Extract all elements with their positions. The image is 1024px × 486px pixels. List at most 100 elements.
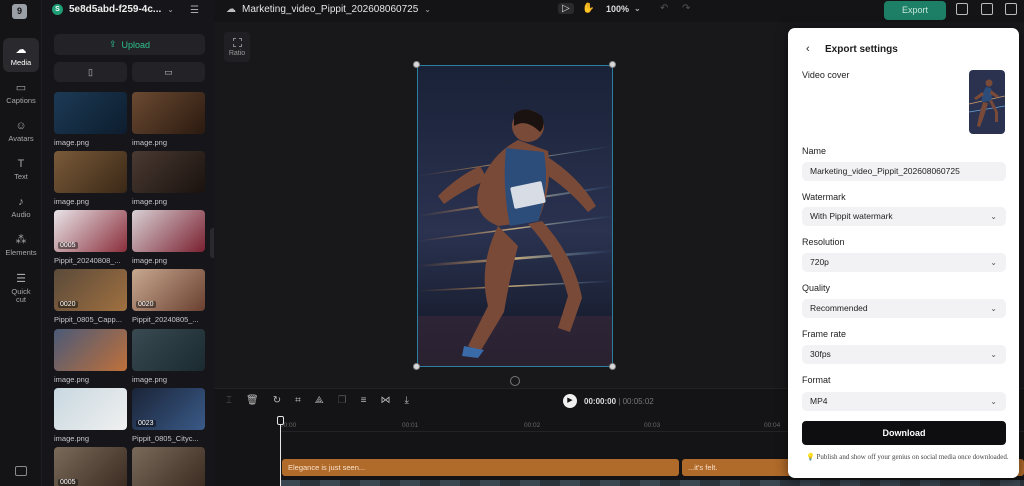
- ruler-tick: 00:01: [402, 422, 419, 429]
- format-select[interactable]: MP4 ⌄: [802, 392, 1006, 411]
- flip-icon[interactable]: ⟁: [315, 395, 324, 406]
- text-clip[interactable]: Elegance is just seen...: [282, 459, 679, 476]
- rail-item-captions[interactable]: ▭ Captions: [3, 76, 39, 110]
- download-icon[interactable]: ⤓: [404, 395, 408, 406]
- keyboard-icon[interactable]: [15, 466, 27, 476]
- rail-item-text[interactable]: T Text: [3, 152, 39, 186]
- hand-icon[interactable]: ✋: [582, 3, 594, 14]
- rail-item-label: Text: [14, 171, 28, 181]
- media-duration: 0005: [58, 479, 78, 486]
- frame-rate-value: 30fps: [810, 349, 831, 359]
- upload-button[interactable]: ⇪ Upload: [54, 34, 205, 55]
- ratio-button[interactable]: Ratio: [224, 32, 250, 62]
- resolution-select[interactable]: 720p ⌄: [802, 253, 1006, 272]
- media-thumbnail[interactable]: 0005: [54, 210, 127, 252]
- download-button[interactable]: Download: [802, 421, 1006, 445]
- undo-icon[interactable]: ↶: [660, 3, 668, 14]
- chevron-down-icon: ⌄: [990, 258, 997, 267]
- export-button[interactable]: Export: [884, 1, 946, 20]
- frame-rate-select[interactable]: 30fps ⌄: [802, 345, 1006, 364]
- left-rail: 9 ☁ Media ▭ Captions ☺ Avatars T Text ♪ …: [0, 0, 42, 486]
- tab-phone[interactable]: ▯: [54, 62, 127, 82]
- media-label: image.png: [132, 197, 168, 206]
- layers-icon[interactable]: [956, 3, 968, 15]
- quality-select[interactable]: Recommended ⌄: [802, 299, 1006, 318]
- play-button[interactable]: ▶: [563, 394, 577, 408]
- watermark-label: Watermark: [802, 192, 846, 202]
- avatar-icon: ☺: [15, 119, 27, 132]
- media-thumbnail[interactable]: [132, 151, 205, 193]
- ruler-tick: 00:03: [644, 422, 661, 429]
- ruler-tick: 00:02: [524, 422, 541, 429]
- upload-icon: ⇪: [108, 39, 117, 49]
- ratio-icon: [232, 37, 242, 47]
- split-icon[interactable]: ⌶: [226, 395, 232, 406]
- video-cover-thumbnail[interactable]: [969, 70, 1005, 134]
- media-thumbnail[interactable]: 0020: [54, 269, 127, 311]
- rail-item-media[interactable]: ☁ Media: [3, 38, 39, 72]
- media-thumbnail[interactable]: [54, 388, 127, 430]
- tab-desktop[interactable]: ▭: [132, 62, 205, 82]
- replace-icon[interactable]: ↻: [273, 395, 281, 406]
- rail-item-label: Media: [10, 57, 32, 67]
- delete-icon[interactable]: 🗑: [246, 395, 259, 406]
- media-thumbnail[interactable]: [132, 447, 205, 486]
- adjust-icon[interactable]: ≡: [361, 395, 367, 406]
- rotate-handle[interactable]: [510, 376, 520, 386]
- app-logo[interactable]: 9: [12, 4, 27, 19]
- copy-icon[interactable]: ❐: [338, 395, 347, 406]
- video-track[interactable]: [280, 480, 1024, 486]
- media-label: image.png: [132, 256, 168, 265]
- rail-item-avatars[interactable]: ☺ Avatars: [3, 114, 39, 148]
- media-thumbnail[interactable]: [54, 329, 127, 371]
- ruler-tick: 00:04: [764, 422, 781, 429]
- rail-item-quick-cut[interactable]: ☰ Quick cut: [3, 268, 39, 308]
- media-thumbnail[interactable]: [54, 151, 127, 193]
- zoom-level: 100%: [606, 4, 630, 14]
- rail-item-audio[interactable]: ♪ Audio: [3, 190, 39, 224]
- quality-value: Recommended: [810, 303, 868, 313]
- crop-icon[interactable]: ⌗: [295, 395, 301, 406]
- back-icon[interactable]: ‹: [806, 43, 810, 55]
- zoom-selector[interactable]: 100% ⌄: [606, 4, 641, 14]
- audio-icon: ♪: [18, 195, 24, 208]
- total-time: 00:05:02: [622, 397, 654, 406]
- media-thumbnail[interactable]: 0023: [132, 388, 205, 430]
- video-frame[interactable]: [417, 65, 613, 367]
- media-label: Pippit_0805_Cityc...: [132, 434, 199, 443]
- project-selector[interactable]: S 5e8d5abd-f259-4c... ⌄: [52, 4, 174, 15]
- menu-icon[interactable]: ☰: [190, 5, 199, 16]
- media-thumbnail[interactable]: [132, 92, 205, 134]
- cloud-icon: ☁: [15, 43, 27, 56]
- split-view-icon[interactable]: [981, 3, 993, 15]
- resize-handle[interactable]: [413, 61, 420, 68]
- name-input[interactable]: Marketing_video_Pippit_202608060725: [802, 162, 1006, 181]
- media-duration: 0005: [58, 242, 78, 249]
- media-label: image.png: [54, 138, 90, 147]
- rail-item-elements[interactable]: ⁂ Elements: [3, 228, 39, 262]
- file-name-selector[interactable]: ☁ Marketing_video_Pippit_202608060725 ⌄: [226, 4, 431, 15]
- trim-icon[interactable]: ⋈: [380, 395, 390, 406]
- resize-handle[interactable]: [609, 61, 616, 68]
- chevron-down-icon: ⌄: [990, 397, 997, 406]
- resolution-label: Resolution: [802, 237, 845, 247]
- media-thumbnail[interactable]: [132, 210, 205, 252]
- media-thumbnail[interactable]: 0020: [132, 269, 205, 311]
- resize-handle[interactable]: [413, 363, 420, 370]
- export-settings-panel: ‹ Export settings Video cover Name Marke…: [788, 28, 1019, 478]
- playhead-handle[interactable]: [277, 416, 284, 425]
- panel-icon[interactable]: [1005, 3, 1017, 15]
- redo-icon[interactable]: ↷: [682, 3, 690, 14]
- resize-handle[interactable]: [609, 363, 616, 370]
- media-thumbnail[interactable]: [54, 92, 127, 134]
- media-label: image.png: [54, 434, 90, 443]
- playhead[interactable]: [277, 416, 284, 486]
- watermark-select[interactable]: With Pippit watermark ⌄: [802, 207, 1006, 226]
- timeline-toolbar: ⌶ 🗑 ↻ ⌗ ⟁ ❐ ≡ ⋈ ⤓: [226, 395, 409, 406]
- text-clip-label: ...it's felt.: [688, 463, 718, 472]
- pointer-icon[interactable]: ▷: [558, 3, 574, 14]
- media-thumbnail[interactable]: 0005: [54, 447, 127, 486]
- media-thumbnail[interactable]: [132, 329, 205, 371]
- format-value: MP4: [810, 396, 828, 406]
- name-value: Marketing_video_Pippit_202608060725: [810, 166, 960, 176]
